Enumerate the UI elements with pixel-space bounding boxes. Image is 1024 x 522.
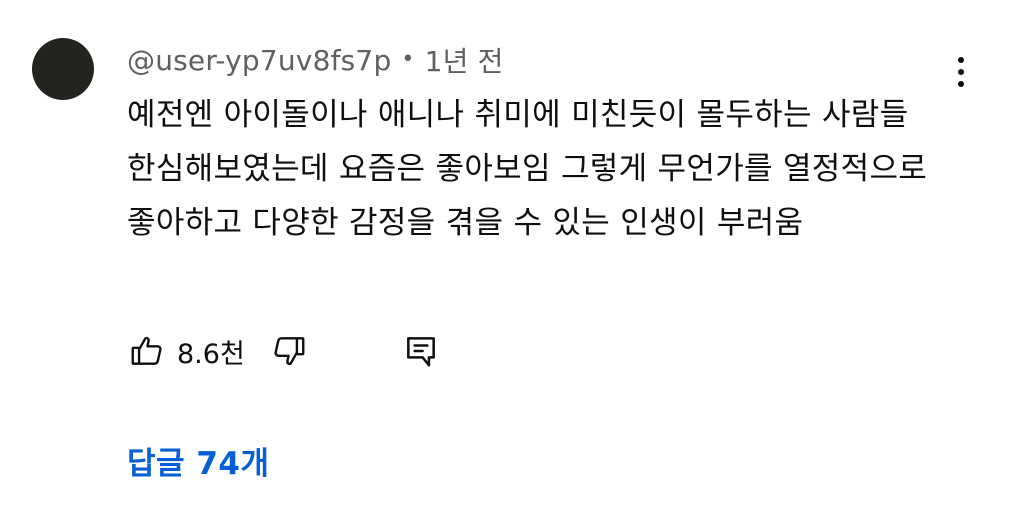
comment-time[interactable]: 1년 전 [425,40,504,80]
comment-header: @user-yp7uv8fs7p • 1년 전 [127,40,504,80]
thumbs-down-icon [274,337,305,366]
dislike-button[interactable] [269,331,309,371]
menu-dot [958,57,964,63]
like-count: 8.6천 [177,338,245,370]
more-vert-icon[interactable] [946,52,976,92]
comment-icon [406,337,435,367]
author-name[interactable]: @user-yp7uv8fs7p [127,44,391,77]
reply-button[interactable] [401,331,441,371]
comment-thread: @user-yp7uv8fs7p • 1년 전 예전엔 아이돌이나 애니나 취미… [0,0,1024,522]
menu-dot [958,81,964,87]
replies-toggle[interactable]: 답글 74개 [127,438,270,483]
thumbs-up-icon [131,336,162,365]
avatar[interactable] [32,38,94,100]
menu-dot [958,69,964,75]
meta-separator: • [401,47,415,72]
like-button[interactable] [127,331,167,371]
comment-action-bar: 8.6천 [127,328,441,374]
comment-text: 예전엔 아이돌이나 애니나 취미에 미친듯이 몰두하는 사람들 한심해보였는데 … [127,97,928,241]
